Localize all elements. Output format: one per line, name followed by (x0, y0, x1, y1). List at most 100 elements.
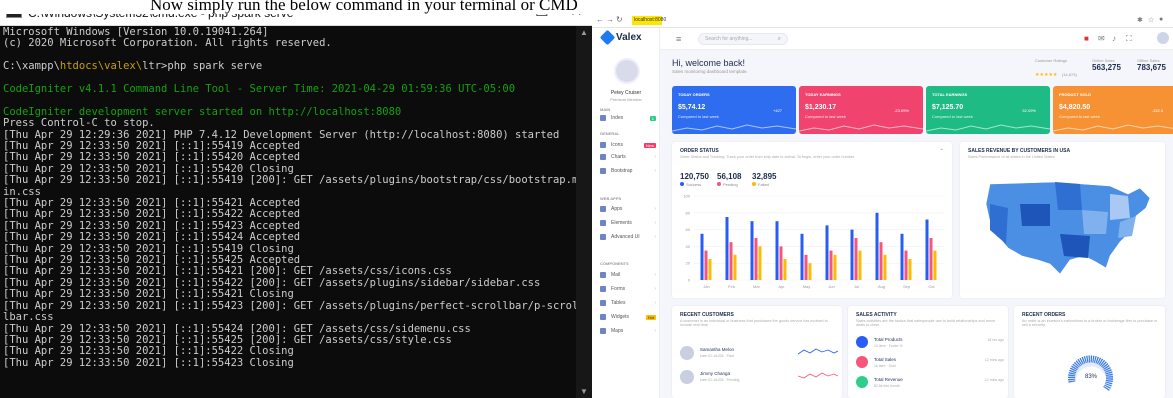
sidebar-item-icons[interactable]: Icons New (600, 140, 656, 150)
legend-failed: Failed (752, 182, 769, 187)
collapse-icon[interactable]: ⌃ (939, 148, 944, 155)
menu-item-icon (600, 154, 606, 160)
card-change: +427 (772, 108, 782, 113)
bar-pending[interactable] (754, 238, 758, 280)
bar-pending[interactable] (904, 250, 908, 280)
bar-failed[interactable] (708, 259, 712, 280)
profile-icon[interactable]: ● (1159, 16, 1163, 23)
usa-map[interactable] (960, 164, 1165, 294)
menu-toggle-icon[interactable]: ≡ (676, 34, 681, 44)
failed-total: 32,895 (752, 172, 777, 181)
card-value: $4,820.50 (1059, 104, 1091, 111)
chevron-right-icon: › (654, 154, 656, 160)
bar-pending[interactable] (854, 238, 858, 280)
forward-icon[interactable]: → (606, 15, 614, 24)
card-subtitle: Compared to last week (805, 114, 846, 119)
bar-failed[interactable] (883, 254, 887, 280)
header-avatar[interactable] (1157, 32, 1169, 44)
sidebar-item-label: Index (611, 115, 624, 121)
bar-pending[interactable] (929, 238, 933, 280)
kpi-card[interactable]: PRODUCT SOLD $4,820.50 Compared to last we… (1053, 86, 1173, 134)
address-bar[interactable]: localhost:8080 (632, 16, 666, 25)
card-value: $1,230.17 (805, 104, 837, 111)
sidebar-item-label: Charts (611, 154, 626, 160)
card-sparkline (672, 124, 796, 132)
bar-failed[interactable] (833, 254, 837, 280)
card-title: TODAY EARNINGS (805, 92, 841, 97)
list-item[interactable]: Total Sales 1k Item · Sold 12 mins ago (856, 354, 1004, 374)
kpi-card[interactable]: TODAY EARNINGS $1,230.17 Compared to last … (799, 86, 923, 134)
sidebar-item-charts[interactable]: Charts › (600, 152, 656, 162)
cmd-scrollbar[interactable]: ▲ ▼ (576, 26, 592, 398)
kpi-card[interactable]: TODAY ORDERS $5,74.12 Compared to last wee… (672, 86, 796, 134)
x-tick-label: Apr (778, 284, 785, 289)
prompt-segment: ltr>php spark serve (142, 60, 263, 73)
recent-orders-title: RECENT ORDERS (1022, 312, 1066, 318)
revenue-icon (856, 376, 868, 388)
sidebar-item-tables[interactable]: Tables › (600, 298, 656, 308)
bar-success[interactable] (875, 212, 879, 280)
list-item[interactable]: Total Revenue $2,5k this month 12 mins a… (856, 374, 1004, 394)
avatar (680, 370, 694, 384)
y-tick-label: 80 (686, 210, 691, 215)
menu-item-icon (600, 142, 606, 148)
bar-success[interactable] (750, 221, 754, 280)
menu-item-icon (600, 286, 606, 292)
bar-success[interactable] (725, 217, 729, 280)
list-item[interactable]: Jimmy Changa User ID: #1234 · Pending (680, 368, 840, 388)
list-item[interactable]: Samantha Melon User ID: #1234 · Paid (680, 344, 840, 364)
reload-icon[interactable]: ↻ (616, 15, 623, 24)
bar-pending[interactable] (879, 242, 883, 280)
notification-icon[interactable]: ♪ (1112, 34, 1116, 43)
sidebar-item-advanced-ui[interactable]: Advanced UI › (600, 232, 656, 242)
scroll-down-icon[interactable]: ▼ (580, 387, 588, 396)
sidebar-item-index[interactable]: Index 1 (600, 113, 656, 123)
extension-icon[interactable]: ✱ (1137, 16, 1143, 24)
bar-pending[interactable] (829, 250, 833, 280)
bar-failed[interactable] (908, 259, 912, 280)
app-logo[interactable]: Valex (599, 29, 642, 46)
bar-failed[interactable] (858, 250, 862, 280)
bar-success[interactable] (900, 233, 904, 280)
bar-success[interactable] (775, 221, 779, 280)
sidebar-item-apps[interactable]: Apps › (600, 204, 656, 214)
bookmark-star-icon[interactable]: ☆ (1148, 16, 1154, 24)
bar-success[interactable] (700, 233, 704, 280)
sidebar-item-forms[interactable]: Forms › (600, 284, 656, 294)
fullscreen-icon[interactable]: ⛶ (1126, 34, 1132, 44)
list-item[interactable]: Total Products 13 Item · Fcolor % 18 hrs… (856, 334, 1004, 354)
x-tick-label: Mar (753, 284, 761, 289)
kpi-card[interactable]: TOTAL EARNINGS $7,125.70 Compared to last … (926, 86, 1050, 134)
bar-pending[interactable] (729, 242, 733, 280)
sidebar-item-elements[interactable]: Elements › (600, 218, 656, 228)
bar-pending[interactable] (804, 254, 808, 280)
sidebar-item-widgets[interactable]: Widgets Hot (600, 312, 656, 322)
bar-failed[interactable] (808, 263, 812, 280)
bar-pending[interactable] (704, 250, 708, 280)
bar-failed[interactable] (783, 259, 787, 280)
search-input[interactable]: Search for anything... ⌕ (698, 33, 788, 45)
bar-success[interactable] (925, 219, 929, 280)
sidebar-item-label: Icons (611, 142, 623, 148)
mail-icon[interactable]: ✉ (1098, 34, 1105, 43)
prompt-segment: htdocs\valex\ (59, 60, 143, 73)
sidebar-item-maps[interactable]: Maps › (600, 326, 656, 336)
bar-success[interactable] (850, 229, 854, 280)
card-subtitle: Compared to last week (932, 114, 973, 119)
menu-item-icon (600, 300, 606, 306)
bar-pending[interactable] (779, 246, 783, 280)
bar-success[interactable] (825, 225, 829, 280)
bar-failed[interactable] (758, 246, 762, 280)
bar-failed[interactable] (933, 250, 937, 280)
sidebar-item-bootstrap[interactable]: Bootstrap › (600, 166, 656, 176)
cmd-output[interactable]: Microsoft Windows [Version 10.0.19041.26… (0, 26, 576, 398)
flag-icon[interactable]: ■ (1084, 34, 1089, 43)
x-tick-label: Oct (928, 284, 935, 289)
user-avatar[interactable] (614, 58, 640, 84)
sidebar-item-mail[interactable]: Mail › (600, 270, 656, 280)
back-icon[interactable]: ← (596, 15, 604, 24)
scroll-up-icon[interactable]: ▲ (580, 28, 588, 37)
bar-failed[interactable] (733, 254, 737, 280)
bar-success[interactable] (800, 233, 804, 280)
search-icon[interactable]: ⌕ (778, 36, 781, 43)
